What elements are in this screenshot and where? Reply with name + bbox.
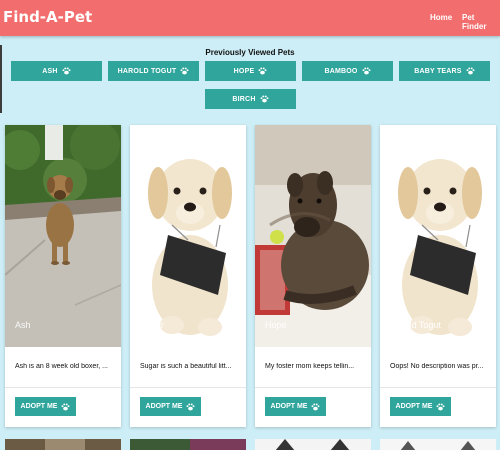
nav-link-home[interactable]: Home <box>430 13 452 22</box>
recent-pet-chip-harold-togut[interactable]: HAROLD TOGUT <box>108 61 199 81</box>
pet-photo-partial <box>255 439 371 450</box>
adopt-me-button[interactable]: ADOPT ME <box>390 397 451 416</box>
card-divider <box>5 387 121 388</box>
paw-icon <box>260 95 269 103</box>
pet-photo[interactable]: Harold Togut <box>380 125 496 347</box>
pet-photo-label: Harold Togut <box>390 320 441 330</box>
paw-icon <box>362 67 371 75</box>
chip-label: HOPE <box>233 67 255 75</box>
recent-pets-title: Previously Viewed Pets <box>205 48 295 57</box>
navbar: Find-A-Pet Home Pet Finder <box>0 0 500 36</box>
chip-label: BAMBOO <box>324 67 358 75</box>
pet-photo-label: Sugar <box>140 320 165 330</box>
pet-description: Sugar is such a beautiful litt... <box>140 363 232 370</box>
adopt-me-button[interactable]: ADOPT ME <box>15 397 76 416</box>
card-divider <box>255 387 371 388</box>
adopt-button-label: ADOPT ME <box>395 403 433 410</box>
pet-card: Hope My foster mom keeps tellin... ADOPT… <box>255 125 371 427</box>
paw-icon <box>180 67 189 75</box>
adopt-button-label: ADOPT ME <box>270 403 308 410</box>
pet-card-partial <box>130 438 246 450</box>
pet-photo-partial <box>130 439 246 450</box>
pet-photo-label: Hope <box>265 320 287 330</box>
paw-icon <box>311 402 320 410</box>
pet-photo-partial <box>380 439 496 450</box>
pet-photo[interactable]: Sugar <box>130 125 246 347</box>
paw-icon <box>436 402 445 410</box>
recent-pet-chip-birch[interactable]: BIRCH <box>205 89 296 109</box>
nav-link-pet-finder[interactable]: Pet Finder <box>462 13 500 31</box>
pet-description: Oops! No description was pr... <box>390 363 484 370</box>
brindle-dog-photo <box>255 125 371 347</box>
recent-pet-chip-bamboo[interactable]: BAMBOO <box>302 61 393 81</box>
adopt-button-label: ADOPT ME <box>20 403 58 410</box>
pet-card-partial <box>380 438 496 450</box>
adopt-me-button[interactable]: ADOPT ME <box>265 397 326 416</box>
pet-photo-partial <box>5 439 121 450</box>
pet-card: Ash Ash is an 8 week old boxer, ... ADOP… <box>5 125 121 427</box>
chip-label: BIRCH <box>232 95 256 103</box>
brand-logo[interactable]: Find-A-Pet <box>3 8 92 26</box>
paw-icon <box>186 402 195 410</box>
pet-photo[interactable]: Ash <box>5 125 121 347</box>
chip-label: ASH <box>42 67 58 75</box>
recent-pet-chip-ash[interactable]: ASH <box>11 61 102 81</box>
pet-card-partial <box>5 438 121 450</box>
pet-card-partial <box>255 438 371 450</box>
pet-card: Harold Togut Oops! No description was pr… <box>380 125 496 427</box>
pet-description: My foster mom keeps tellin... <box>265 363 355 370</box>
paw-icon <box>62 67 71 75</box>
recent-pet-chip-hope[interactable]: HOPE <box>205 61 296 81</box>
puppy-on-driveway-photo <box>5 125 121 347</box>
golden-puppy-photo <box>130 125 246 347</box>
adopt-me-button[interactable]: ADOPT ME <box>140 397 201 416</box>
chip-label: BABY TEARS <box>414 67 462 75</box>
card-divider <box>130 387 246 388</box>
paw-icon <box>466 67 475 75</box>
paw-icon <box>61 402 70 410</box>
pet-description: Ash is an 8 week old boxer, ... <box>15 363 108 370</box>
pet-photo[interactable]: Hope <box>255 125 371 347</box>
pet-photo-label: Ash <box>15 320 31 330</box>
recent-pet-chip-baby-tears[interactable]: BABY TEARS <box>399 61 490 81</box>
adopt-button-label: ADOPT ME <box>145 403 183 410</box>
chip-label: HAROLD TOGUT <box>117 67 177 75</box>
paw-icon <box>258 67 267 75</box>
golden-puppy-photo <box>380 125 496 347</box>
card-divider <box>380 387 496 388</box>
pet-card: Sugar Sugar is such a beautiful litt... … <box>130 125 246 427</box>
